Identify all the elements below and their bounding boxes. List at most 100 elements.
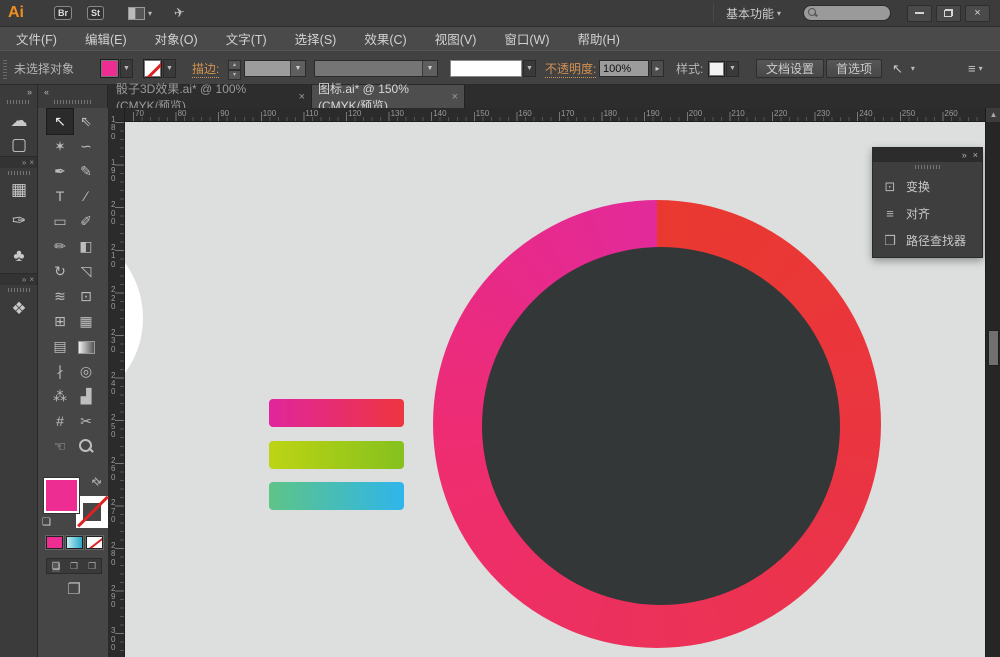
magic-wand-tool[interactable]: ✶ bbox=[47, 134, 73, 159]
preferences-button[interactable]: 首选项 bbox=[826, 59, 883, 78]
hand-tool[interactable]: ☜ bbox=[47, 434, 73, 459]
type-tool[interactable]: T bbox=[47, 184, 73, 209]
menu-item[interactable]: 编辑(E) bbox=[77, 29, 135, 48]
vertical-ruler[interactable]: 180 190 200 210 220 230 240 250 260 270 … bbox=[110, 115, 125, 657]
group-close-icon[interactable]: × bbox=[29, 275, 34, 284]
stroke-weight-label[interactable]: 描边: bbox=[192, 60, 220, 78]
style-swatch[interactable] bbox=[708, 60, 725, 77]
stepper-up-icon[interactable]: ▴ bbox=[228, 59, 241, 70]
arrange-documents-icon[interactable] bbox=[128, 6, 146, 20]
workspace-switcher[interactable]: 基本功能 bbox=[726, 5, 774, 22]
creative-cloud-icon[interactable]: ☁ bbox=[0, 108, 38, 134]
artboards-icon[interactable]: ▢ bbox=[0, 134, 38, 156]
stock-button[interactable]: St bbox=[87, 6, 105, 20]
document-tab-active[interactable]: 图标.ai* @ 150% (CMYK/预览) × bbox=[312, 82, 465, 113]
rotate-tool[interactable]: ↻ bbox=[47, 259, 73, 284]
brushes-icon[interactable]: ✑ bbox=[0, 203, 38, 239]
direct-selection-tool[interactable]: ⇖ bbox=[73, 109, 99, 134]
select-similar-icon[interactable]: ↖ bbox=[892, 61, 903, 77]
opacity-input[interactable]: 100% bbox=[599, 60, 649, 77]
selection-tool[interactable]: ↖ bbox=[46, 108, 74, 135]
blend-tool[interactable]: ◎ bbox=[73, 359, 99, 384]
slice-tool[interactable]: ✂ bbox=[73, 409, 99, 434]
style-dropdown-arrow-icon[interactable]: ▼ bbox=[726, 60, 739, 77]
eyedropper-tool[interactable]: ∤ bbox=[47, 359, 73, 384]
lasso-tool[interactable]: ∽ bbox=[73, 134, 99, 159]
stroke-weight-select[interactable]: ▼ bbox=[244, 60, 306, 77]
gradient-tool[interactable] bbox=[73, 334, 99, 359]
screen-mode-icon[interactable]: ❐ bbox=[38, 580, 110, 598]
panel-grip[interactable] bbox=[914, 165, 941, 169]
panel-grip[interactable] bbox=[3, 58, 7, 79]
eraser-tool[interactable]: ◧ bbox=[73, 234, 99, 259]
draw-inside-mode[interactable]: ❒ bbox=[88, 561, 96, 572]
menu-item[interactable]: 视图(V) bbox=[427, 29, 485, 48]
dock-grip[interactable] bbox=[7, 288, 30, 292]
column-graph-tool[interactable]: ▟ bbox=[73, 384, 99, 409]
tools-collapse-icon[interactable]: « bbox=[44, 87, 49, 97]
stroke-weight-stepper[interactable]: ▴ ▾ bbox=[228, 59, 241, 80]
swap-fill-stroke-icon[interactable]: ⇄ bbox=[89, 474, 105, 489]
floating-panel-header[interactable]: » × bbox=[873, 148, 982, 162]
zoom-tool[interactable] bbox=[73, 434, 99, 459]
panel-item-transform[interactable]: ⊡ 变换 bbox=[873, 173, 982, 200]
artboard-canvas[interactable]: » × ⊡ 变换 ≡ 对齐 ❒ 路径查找器 bbox=[125, 122, 985, 657]
mesh-tool[interactable]: ▤ bbox=[47, 334, 73, 359]
horizontal-ruler[interactable]: 70 80 90 100 110 120 130 140 150 160 170… bbox=[125, 108, 1000, 122]
bridge-button[interactable]: Br bbox=[54, 6, 73, 20]
restore-button[interactable] bbox=[936, 4, 961, 22]
perspective-grid-tool[interactable]: ▦ bbox=[73, 309, 99, 334]
gradient-bar-pink-red[interactable] bbox=[269, 399, 404, 427]
arrange-documents-caret-icon[interactable]: ▾ bbox=[148, 9, 152, 18]
dock-grip[interactable] bbox=[7, 171, 30, 175]
symbol-sprayer-tool[interactable]: ⁂ bbox=[47, 384, 73, 409]
none-button[interactable] bbox=[85, 536, 103, 549]
share-icon[interactable]: ✈ bbox=[173, 4, 187, 22]
tools-grip[interactable] bbox=[54, 100, 92, 104]
stroke-color-swatch[interactable] bbox=[143, 59, 162, 78]
paintbrush-tool[interactable]: ✐ bbox=[73, 209, 99, 234]
fill-color-swatch[interactable] bbox=[100, 59, 119, 78]
control-panel-menu-caret-icon[interactable]: ▾ bbox=[979, 64, 983, 73]
opacity-label[interactable]: 不透明度: bbox=[545, 60, 597, 78]
close-button[interactable]: × bbox=[965, 4, 990, 22]
stroke-dropdown-arrow-icon[interactable]: ▼ bbox=[163, 59, 176, 78]
fill-swatch[interactable] bbox=[43, 477, 80, 514]
curvature-tool[interactable]: ✎ bbox=[73, 159, 99, 184]
donut-ring[interactable] bbox=[433, 200, 881, 648]
layers-icon[interactable]: ❖ bbox=[0, 294, 38, 324]
tab-close-icon[interactable]: × bbox=[299, 91, 305, 103]
document-setup-button[interactable]: 文档设置 bbox=[756, 59, 825, 78]
fill-dropdown-arrow-icon[interactable]: ▼ bbox=[120, 59, 133, 78]
panel-item-align[interactable]: ≡ 对齐 bbox=[873, 200, 982, 227]
select-arrow-icon[interactable]: ▼ bbox=[422, 61, 437, 76]
menu-item[interactable]: 帮助(H) bbox=[570, 29, 628, 48]
pen-tool[interactable]: ✒ bbox=[47, 159, 73, 184]
group-close-icon[interactable]: × bbox=[29, 158, 34, 167]
panel-item-pathfinder[interactable]: ❒ 路径查找器 bbox=[873, 227, 982, 254]
draw-normal-mode[interactable]: ❏ bbox=[51, 560, 61, 572]
scrollbar-thumb[interactable] bbox=[988, 330, 999, 366]
workspace-caret-icon[interactable]: ▾ bbox=[777, 9, 781, 18]
gradient-bar-teal-blue[interactable] bbox=[269, 482, 404, 510]
panel-close-icon[interactable]: × bbox=[973, 150, 978, 160]
line-segment-tool[interactable]: ∕ bbox=[73, 184, 99, 209]
artboard-tool[interactable]: # bbox=[47, 409, 73, 434]
panel-collapse-icon[interactable]: » bbox=[962, 150, 967, 160]
width-profile-select[interactable]: ▼ bbox=[314, 60, 438, 77]
rectangle-tool[interactable]: ▭ bbox=[47, 209, 73, 234]
gradient-button[interactable] bbox=[65, 536, 83, 549]
stepper-down-icon[interactable]: ▾ bbox=[228, 69, 241, 80]
select-similar-caret-icon[interactable]: ▾ bbox=[911, 64, 915, 73]
menu-item[interactable]: 文件(F) bbox=[8, 29, 65, 48]
pencil-tool[interactable]: ✏ bbox=[47, 234, 73, 259]
draw-behind-mode[interactable]: ❐ bbox=[70, 561, 78, 572]
free-transform-tool[interactable]: ⊡ bbox=[73, 284, 99, 309]
width-tool[interactable]: ≋ bbox=[47, 284, 73, 309]
brush-dropdown-arrow-icon[interactable]: ▼ bbox=[523, 60, 536, 77]
swatches-icon[interactable]: ▦ bbox=[0, 177, 38, 203]
dock-grip[interactable] bbox=[7, 100, 31, 104]
group-collapse-icon[interactable]: » bbox=[22, 158, 26, 167]
symbols-icon[interactable]: ♣ bbox=[0, 239, 38, 273]
group-collapse-icon[interactable]: » bbox=[22, 275, 26, 284]
